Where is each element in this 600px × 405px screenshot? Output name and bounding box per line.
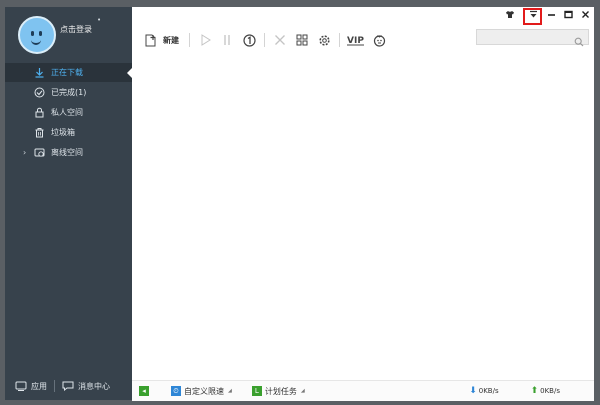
avatar-mouth	[31, 39, 41, 45]
grid-icon	[296, 34, 308, 46]
download-arrow-icon	[32, 66, 46, 80]
apps-grid-button[interactable]	[291, 30, 313, 50]
download-speed: ⬇ 0KB/s	[469, 386, 498, 396]
collapse-sidebar-button[interactable]: ◂	[139, 386, 149, 396]
apps-icon	[15, 381, 27, 391]
download-speed-value: 0KB/s	[478, 387, 499, 395]
start-button[interactable]	[194, 30, 216, 50]
sidebar-item-label: 垃圾箱	[51, 128, 75, 137]
avatar-right-eye	[39, 31, 42, 36]
play-icon	[201, 34, 211, 46]
rocket-bird-icon	[373, 34, 385, 47]
vip-icon: VIP	[347, 36, 364, 46]
pause-icon	[224, 35, 230, 45]
highlight-box	[523, 8, 542, 25]
message-center-button[interactable]: 消息中心	[62, 381, 110, 392]
sidebar: 点击登录 • 正在下载 已完成(1) 私人空间 垃圾箱 › 离线空间 应用 消息…	[5, 7, 132, 400]
trash-icon	[32, 126, 46, 140]
toolbar: 新建 VIP	[139, 30, 390, 50]
close-button[interactable]	[578, 7, 592, 21]
custom-speed-label: 自定义限速	[184, 386, 224, 396]
vip-button[interactable]: VIP	[344, 30, 368, 50]
schedule-icon: L	[251, 386, 262, 396]
message-center-label: 消息中心	[78, 381, 110, 391]
speedup-button[interactable]	[368, 30, 390, 50]
sidebar-item-downloading[interactable]: 正在下载	[5, 63, 132, 82]
sidebar-item-offline[interactable]: › 离线空间	[5, 143, 132, 162]
expand-arrow-icon[interactable]: ›	[23, 148, 26, 157]
avatar-left-eye	[31, 31, 34, 36]
avatar[interactable]	[18, 16, 56, 54]
new-file-icon	[145, 34, 155, 46]
skin-button[interactable]	[503, 7, 517, 21]
sidebar-footer: 应用 消息中心	[5, 372, 132, 400]
maximize-button[interactable]	[561, 7, 575, 21]
search-input[interactable]	[477, 30, 579, 44]
maximize-icon	[563, 10, 573, 18]
search-icon[interactable]	[574, 32, 584, 51]
search-box[interactable]	[476, 29, 589, 47]
speed-limit-button[interactable]	[238, 30, 260, 50]
sidebar-item-label: 离线空间	[51, 148, 83, 157]
speed-limit-icon: ⏲	[171, 386, 181, 396]
footer-divider	[54, 380, 55, 392]
sidebar-item-label: 已完成(1)	[51, 88, 87, 97]
minimize-button[interactable]	[544, 7, 558, 21]
schedule-task-button[interactable]: L 计划任务 ◢	[251, 386, 305, 397]
status-bar: ◂ ⏲ 自定义限速 ◢ L 计划任务 ◢ ⬇ 0KB/s ⬆ 0KB/s	[132, 380, 594, 401]
cloud-icon	[32, 146, 46, 160]
sidebar-item-label: 私人空间	[51, 108, 83, 117]
pause-button[interactable]	[216, 30, 238, 50]
login-link[interactable]: 点击登录	[60, 24, 92, 35]
toolbar-divider	[339, 33, 340, 47]
upload-arrow-icon: ⬆	[530, 386, 539, 396]
minimize-icon	[547, 13, 555, 16]
speed-one-icon	[242, 33, 256, 47]
settings-button[interactable]	[313, 30, 335, 50]
sidebar-item-label: 正在下载	[51, 68, 83, 77]
lock-icon	[32, 106, 46, 120]
login-marker: •	[97, 16, 102, 24]
shirt-icon	[506, 10, 514, 18]
sidebar-item-private[interactable]: 私人空间	[5, 103, 132, 122]
apps-button[interactable]: 应用	[15, 381, 47, 392]
new-task-button[interactable]	[139, 30, 161, 50]
message-icon	[62, 381, 74, 391]
delete-x-icon	[275, 35, 285, 45]
check-circle-icon	[32, 86, 46, 100]
caret-icon: ◢	[228, 388, 232, 394]
close-icon	[581, 10, 589, 18]
toolbar-divider	[189, 33, 190, 47]
delete-button[interactable]	[269, 30, 291, 50]
apps-label: 应用	[31, 381, 47, 391]
schedule-label: 计划任务	[264, 386, 297, 396]
chevron-left-icon: ◂	[142, 387, 146, 395]
sidebar-item-completed[interactable]: 已完成(1)	[5, 83, 132, 102]
toolbar-divider	[264, 33, 265, 47]
caret-icon: ◢	[300, 388, 305, 394]
upload-speed-value: 0KB/s	[540, 387, 560, 395]
sidebar-item-trash[interactable]: 垃圾箱	[5, 123, 132, 142]
main-panel	[132, 7, 594, 400]
download-arrow-icon: ⬇	[469, 386, 477, 396]
gear-icon	[318, 34, 330, 46]
new-task-label[interactable]: 新建	[163, 35, 179, 46]
upload-speed: ⬆ 0KB/s	[531, 386, 560, 396]
custom-speed-limit-button[interactable]: ⏲ 自定义限速 ◢	[171, 386, 232, 397]
